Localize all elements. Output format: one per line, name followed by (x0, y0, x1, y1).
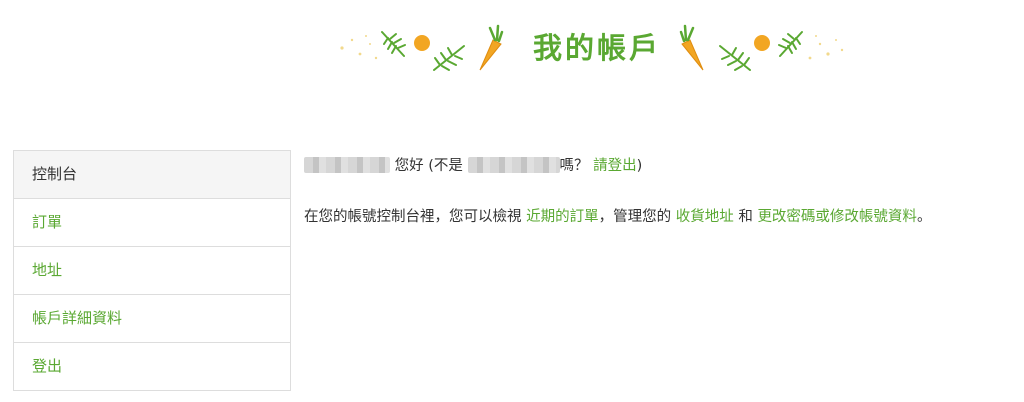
greeting-question: 嗎？ (559, 158, 589, 174)
nav-item-logout[interactable]: 登出 (14, 343, 290, 391)
leaf-icon (433, 45, 465, 71)
nav-item-label: 帳戶詳細資料 (32, 309, 123, 327)
redacted-username (467, 157, 560, 173)
recent-orders-link[interactable]: 近期的訂單 (526, 209, 599, 225)
intro-suffix: 。 (916, 209, 932, 225)
nav-item-label: 訂單 (32, 213, 63, 231)
orange-icon (754, 35, 770, 51)
carrot-icon (679, 24, 704, 71)
greeting-line: 您好 (不是 嗎？ 請登出) (304, 150, 1014, 182)
intro-paragraph: 在您的帳號控制台裡，您可以檢視 近期的訂單，管理您的 收貨地址 和 更改密碼或修… (304, 201, 1014, 233)
nav-item-label: 登出 (32, 357, 63, 375)
intro-prefix: 在您的帳號控制台裡，您可以檢視 (304, 209, 522, 225)
nav-item-dashboard[interactable]: 控制台 (14, 151, 290, 199)
sparkle-icon (808, 35, 844, 60)
account-navigation: 控制台 訂單 地址 帳戶詳細資料 登出 (13, 150, 291, 391)
leaf-icon (778, 31, 803, 57)
dashboard-content: 您好 (不是 嗎？ 請登出) 在您的帳號控制台裡，您可以檢視 近期的訂單，管理您… (304, 150, 1014, 233)
carrot-icon (479, 24, 504, 71)
nav-item-account-details[interactable]: 帳戶詳細資料 (14, 295, 290, 343)
intro-mid1: ，管理您的 (598, 209, 672, 225)
leaf-icon (381, 31, 406, 57)
greeting-close-paren: ) (636, 158, 643, 174)
intro-mid2: 和 (738, 209, 753, 225)
leaf-icon (719, 45, 751, 71)
sparkle-icon (340, 35, 378, 60)
addresses-link[interactable]: 收貨地址 (676, 209, 734, 225)
logout-link[interactable]: 請登出 (593, 158, 637, 174)
nav-item-addresses[interactable]: 地址 (14, 247, 290, 295)
page-title: 我的帳戶 (532, 31, 661, 65)
account-details-link[interactable]: 更改密碼或修改帳號資料 (757, 209, 917, 225)
nav-item-label: 控制台 (32, 165, 78, 183)
nav-item-orders[interactable]: 訂單 (14, 199, 290, 247)
greeting-hello: 您好 (不是 (394, 158, 463, 174)
nav-item-label: 地址 (32, 261, 63, 279)
orange-icon (414, 35, 430, 51)
redacted-username (304, 157, 390, 173)
page-banner: 我的帳戶 (330, 18, 850, 80)
